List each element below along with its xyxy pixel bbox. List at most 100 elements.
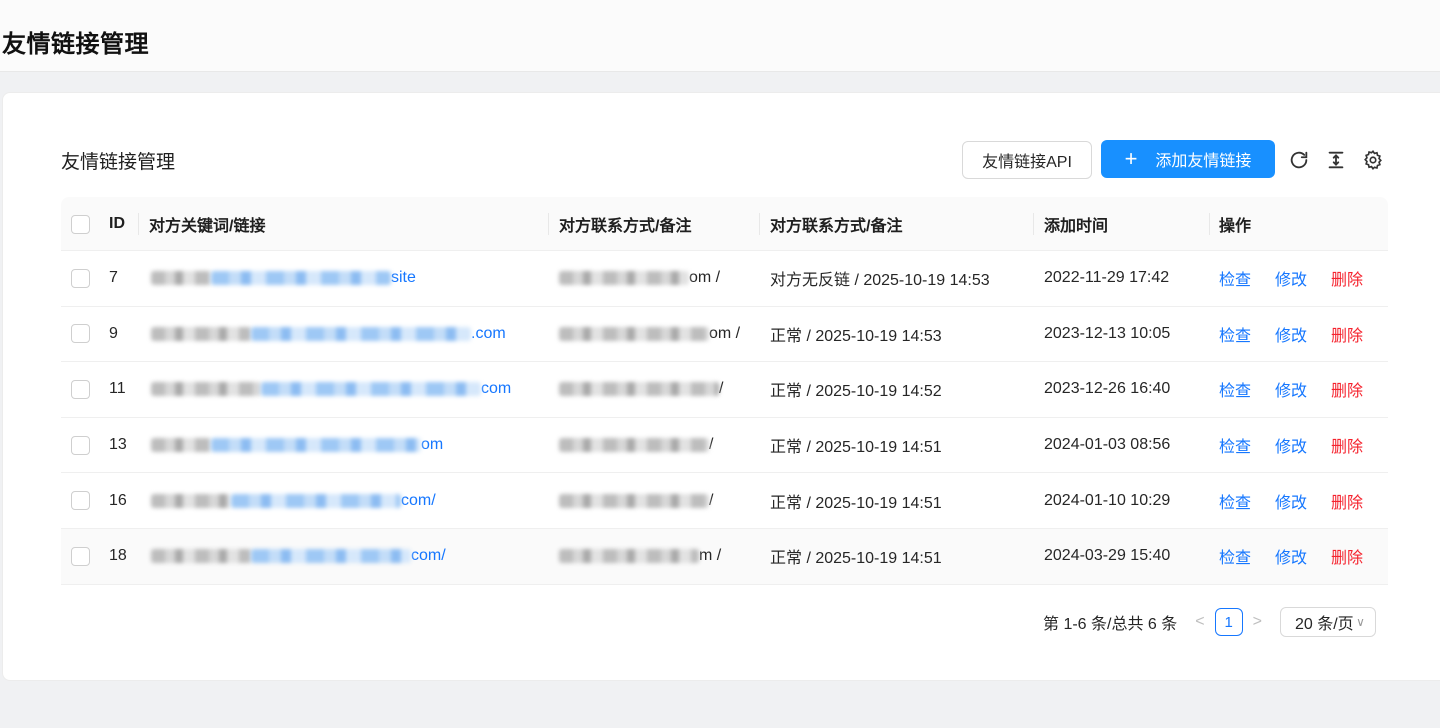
row-contact: m / [559,529,721,584]
row-checkbox[interactable] [71,268,90,288]
row-link[interactable]: .com [151,307,506,362]
column-divider [1209,213,1210,235]
row-link[interactable]: site [151,251,416,306]
add-link-button[interactable]: + 添加友情链接 [1101,140,1275,178]
row-actions: 检查 修改 删除 [1219,307,1363,362]
row-actions: 检查 修改 删除 [1219,473,1363,528]
row-id: 7 [109,269,118,287]
column-height-icon[interactable] [1324,148,1348,172]
add-link-label: 添加友情链接 [1155,153,1252,170]
link-suffix[interactable]: com/ [411,547,446,565]
row-checkbox-cell[interactable] [71,473,90,528]
edit-link[interactable]: 修改 [1275,544,1307,568]
edit-link[interactable]: 修改 [1275,322,1307,346]
edit-link[interactable]: 修改 [1275,489,1307,513]
row-link[interactable]: om [151,418,443,473]
row-added-time: 2024-01-10 10:29 [1044,491,1171,509]
column-divider [759,213,760,235]
setting-icon[interactable] [1361,148,1385,172]
link-suffix[interactable]: om [421,436,443,454]
table-row: 7 site om / 对方无反链 / 2025-10-19 14:53 202… [61,251,1388,307]
delete-link[interactable]: 删除 [1331,377,1363,401]
page-size-select[interactable]: 20 条/页 ∨ [1279,607,1376,637]
table-row: 16 com/ / 正常 / 2025-10-19 14:51 2024-01-… [61,473,1388,529]
check-link[interactable]: 检查 [1219,433,1251,457]
row-checkbox-cell[interactable] [71,251,90,306]
row-added-time: 2024-03-29 15:40 [1044,547,1171,565]
pagination: 第 1-6 条/总共 6 条 < 1 > 20 条/页 ∨ [1043,607,1376,637]
row-contact: om / [559,251,720,306]
link-suffix[interactable]: com [481,380,511,398]
redacted-text [151,271,211,286]
contact-suffix: m / [699,547,722,565]
links-api-button[interactable]: 友情链接API [962,141,1092,179]
select-all-checkbox[interactable] [71,197,90,251]
row-actions: 检查 修改 删除 [1219,418,1363,473]
column-added: 添加时间 [1044,218,1109,235]
column-link: 对方关键词/链接 [149,218,266,235]
row-link[interactable]: com/ [151,529,446,584]
row-checkbox[interactable] [71,324,90,344]
row-checkbox[interactable] [71,379,90,399]
edit-link[interactable]: 修改 [1275,377,1307,401]
row-added-time: 2024-01-03 08:56 [1044,436,1171,454]
redacted-link [211,271,391,286]
page-title: 友情链接管理 [2,31,149,58]
row-contact: / [559,362,723,417]
table-row: 13 om / 正常 / 2025-10-19 14:51 2024-01-03… [61,418,1388,474]
row-link[interactable]: com [151,362,511,417]
link-suffix[interactable]: com/ [401,492,436,510]
row-link[interactable]: com/ [151,473,436,528]
contact-suffix: / [709,436,714,454]
contact-suffix: / [709,491,714,509]
redacted-contact [559,493,709,508]
redacted-contact [559,549,699,564]
row-checkbox[interactable] [71,546,90,566]
next-page-icon[interactable]: > [1253,613,1262,631]
row-checkbox[interactable] [71,491,90,511]
row-checkbox[interactable] [71,435,90,455]
redacted-text [151,493,231,508]
links-card: 友情链接管理 友情链接API + 添加友情链接 ID 对方关键词/链接 对方联系… [2,92,1440,681]
edit-link[interactable]: 修改 [1275,266,1307,290]
delete-link[interactable]: 删除 [1331,489,1363,513]
table-row: 11 com / 正常 / 2025-10-19 14:52 2023-12-2… [61,362,1388,418]
delete-link[interactable]: 删除 [1331,433,1363,457]
edit-link[interactable]: 修改 [1275,433,1307,457]
table-row: 9 .com om / 正常 / 2025-10-19 14:53 2023-1… [61,307,1388,363]
redacted-link [211,438,421,453]
column-divider [548,213,549,235]
row-checkbox-cell[interactable] [71,529,90,584]
redacted-contact [559,271,689,286]
contact-suffix: / [719,380,724,398]
delete-link[interactable]: 删除 [1331,322,1363,346]
row-checkbox-cell[interactable] [71,307,90,362]
row-contact: / [559,418,713,473]
check-link[interactable]: 检查 [1219,489,1251,513]
row-checkbox-cell[interactable] [71,418,90,473]
pagination-summary: 第 1-6 条/总共 6 条 [1043,616,1178,633]
check-link[interactable]: 检查 [1219,266,1251,290]
check-link[interactable]: 检查 [1219,377,1251,401]
row-status: 正常 / 2025-10-19 14:51 [770,550,942,568]
column-divider [1033,213,1034,235]
delete-link[interactable]: 删除 [1331,266,1363,290]
redacted-contact [559,382,719,397]
row-added-time: 2023-12-26 16:40 [1044,380,1171,398]
prev-page-icon[interactable]: < [1195,613,1204,631]
column-status: 对方联系方式/备注 [770,218,903,235]
table-body: 7 site om / 对方无反链 / 2025-10-19 14:53 202… [61,251,1388,585]
page-1-button[interactable]: 1 [1214,608,1243,636]
row-id: 13 [109,436,127,454]
row-checkbox-cell[interactable] [71,362,90,417]
check-link[interactable]: 检查 [1219,322,1251,346]
checkbox[interactable] [71,214,90,234]
link-suffix[interactable]: site [391,269,416,287]
reload-icon[interactable] [1287,148,1311,172]
delete-link[interactable]: 删除 [1331,544,1363,568]
link-suffix[interactable]: .com [471,325,506,343]
check-link[interactable]: 检查 [1219,544,1251,568]
row-contact: / [559,473,713,528]
redacted-contact [559,438,709,453]
redacted-text [151,382,261,397]
